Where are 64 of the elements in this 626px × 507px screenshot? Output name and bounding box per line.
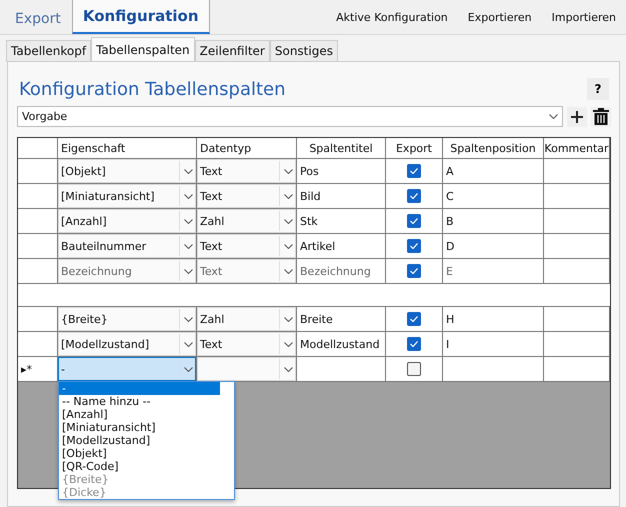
property-dropdown[interactable]: - xyxy=(58,357,197,382)
export-checkbox[interactable] xyxy=(407,214,421,228)
caret-icon xyxy=(284,316,292,322)
main-tab[interactable]: Export xyxy=(4,3,72,34)
trash-icon xyxy=(593,108,609,125)
section-title: Konfiguration Tabellenspalten xyxy=(19,78,286,100)
dropdown-option[interactable]: {Dicke} xyxy=(59,486,220,499)
plus-icon xyxy=(571,110,583,122)
caret-icon xyxy=(184,168,192,174)
check-icon xyxy=(410,268,418,274)
caret-icon xyxy=(184,194,192,198)
type-dropdown[interactable]: Text xyxy=(197,184,297,209)
property-dropdown[interactable]: [Modellzustand] xyxy=(58,332,197,357)
sub-tab[interactable]: Tabellenspalten xyxy=(91,37,195,62)
property-dropdown[interactable]: Bauteilnummer xyxy=(58,234,197,259)
caret-icon xyxy=(184,244,192,248)
check-icon xyxy=(410,316,418,322)
type-dropdown[interactable]: Text xyxy=(197,159,297,184)
preset-dropdown[interactable]: Vorgabe xyxy=(17,106,563,127)
property-dropdown[interactable]: {Breite} xyxy=(58,307,197,332)
caret-icon xyxy=(284,366,292,372)
export-checkbox[interactable] xyxy=(407,264,421,278)
check-icon xyxy=(410,168,418,174)
add-button[interactable] xyxy=(567,106,587,126)
sub-tab[interactable]: Zeilenfilter xyxy=(194,40,270,62)
export-checkbox[interactable] xyxy=(407,337,421,351)
caret-icon xyxy=(184,342,192,346)
caret-icon xyxy=(184,366,192,372)
check-icon xyxy=(410,218,418,224)
type-dropdown[interactable]: Text xyxy=(197,234,297,259)
caret-icon xyxy=(184,316,192,322)
caret-icon xyxy=(284,244,292,248)
caret-icon xyxy=(284,342,292,346)
caret-icon xyxy=(549,114,558,119)
caret-icon xyxy=(284,168,292,174)
type-dropdown[interactable]: Zahl xyxy=(197,307,297,332)
caret-icon xyxy=(284,194,292,198)
property-dropdown[interactable]: Bezeichnung xyxy=(58,259,197,284)
type-dropdown[interactable]: Text xyxy=(197,259,297,284)
dropdown-option[interactable]: - xyxy=(59,382,220,395)
type-dropdown[interactable] xyxy=(197,357,297,382)
help-button[interactable]: ? xyxy=(587,78,609,100)
caret-icon xyxy=(284,268,292,274)
export-checkbox[interactable] xyxy=(407,189,421,203)
caret-icon xyxy=(184,268,192,274)
check-icon xyxy=(410,341,418,347)
caret-icon xyxy=(284,218,292,224)
type-dropdown[interactable]: Text xyxy=(197,332,297,357)
property-dropdown[interactable]: [Miniaturansicht] xyxy=(58,184,197,209)
export-checkbox[interactable] xyxy=(407,362,421,376)
property-dropdown[interactable]: [Objekt] xyxy=(58,159,197,184)
main-tab[interactable]: Konfiguration xyxy=(72,0,210,34)
caret-icon xyxy=(184,218,192,224)
type-dropdown[interactable]: Zahl xyxy=(197,209,297,234)
sub-tab[interactable]: Sonstiges xyxy=(270,40,338,62)
check-icon xyxy=(410,193,418,199)
check-icon xyxy=(410,243,418,249)
sub-tab[interactable]: Tabellenkopf xyxy=(6,40,92,62)
property-dropdown[interactable]: [Anzahl] xyxy=(58,209,197,234)
export-checkbox[interactable] xyxy=(407,239,421,253)
export-checkbox[interactable] xyxy=(407,164,421,178)
export-checkbox[interactable] xyxy=(407,312,421,326)
delete-button[interactable] xyxy=(591,106,611,126)
table-cell xyxy=(544,357,610,382)
